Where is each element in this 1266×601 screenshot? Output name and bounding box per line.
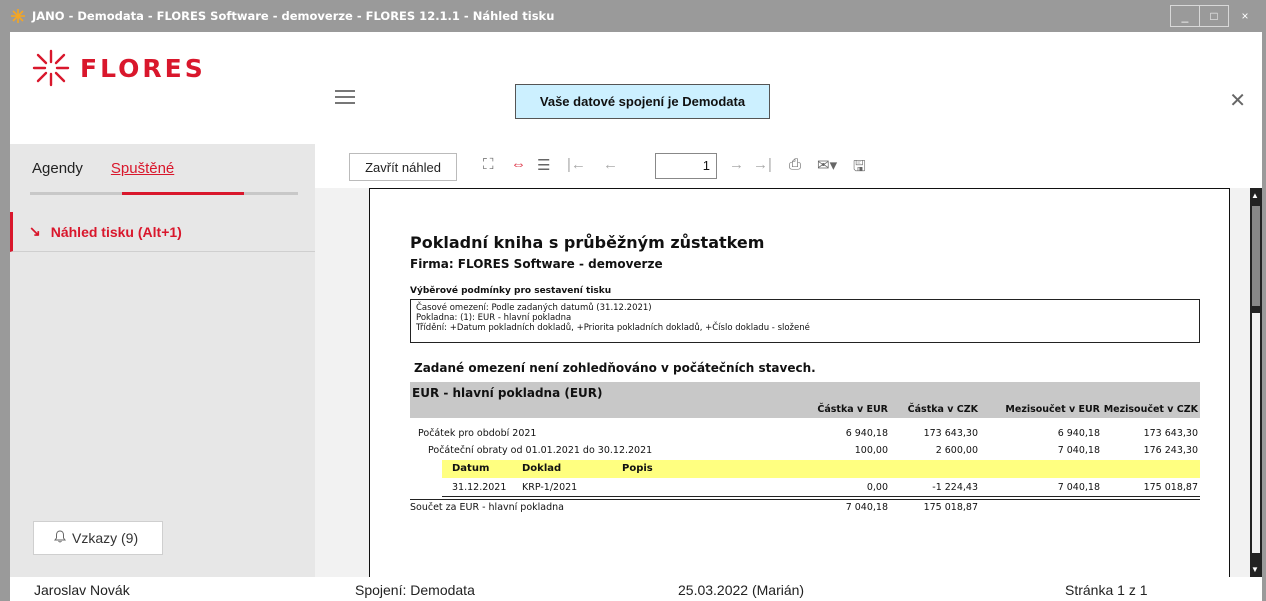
vertical-scrollbar[interactable]: ▲ ▼ xyxy=(1250,188,1262,577)
cell: 175 018,87 xyxy=(923,502,978,513)
row-divider xyxy=(442,496,1200,497)
sidebar-item-nahled-tisku[interactable]: ↘ Náhled tisku (Alt+1) xyxy=(10,212,315,252)
column-header: Mezisoučet v EUR xyxy=(1005,404,1100,415)
conditions-box: Časové omezení: Podle zadaných datumů (3… xyxy=(410,299,1200,343)
minimize-button[interactable]: _ xyxy=(1170,5,1200,27)
column-header: Částka v EUR xyxy=(817,404,888,415)
app-header: FLORES Vaše datové spojení je Demodata ✕ xyxy=(10,32,1262,144)
cell: -1 224,43 xyxy=(932,482,978,493)
total-row: Součet za EUR - hlavní pokladna 7 040,18… xyxy=(410,502,1200,515)
scroll-thumb[interactable] xyxy=(1252,206,1260,306)
column-header: Částka v CZK xyxy=(907,404,978,415)
cell: 100,00 xyxy=(854,445,888,456)
section-title: EUR - hlavní pokladna (EUR) xyxy=(412,386,603,400)
prev-page-icon[interactable]: ← xyxy=(603,156,618,173)
table-row: 31.12.2021 KRP-1/2021 0,00 -1 224,43 7 0… xyxy=(410,482,1200,495)
cell: 7 040,18 xyxy=(1057,482,1100,493)
status-bar: Jaroslav Novák Spojení: Demodata 25.03.2… xyxy=(10,577,1262,601)
section-header: EUR - hlavní pokladna (EUR) Částka v EUR… xyxy=(410,382,1200,418)
sidebar-item-label: Náhled tisku (Alt+1) xyxy=(50,223,182,240)
table-row: Počáteční obraty od 01.01.2021 do 30.12.… xyxy=(410,445,1200,458)
table-row: Počátek pro období 2021 6 940,18 173 643… xyxy=(410,428,1200,441)
messages-button[interactable]: Vzkazy (9) xyxy=(33,521,163,555)
bell-icon xyxy=(54,530,66,546)
report-title: Pokladní kniha s průběžným zůstatkem xyxy=(410,233,765,252)
condition-line: Časové omezení: Podle zadaných datumů (3… xyxy=(416,303,652,313)
fit-page-icon[interactable]: ⛶ xyxy=(483,156,494,173)
scroll-down-icon[interactable]: ▼ xyxy=(1251,565,1259,574)
tab-underline xyxy=(30,192,298,195)
last-page-icon[interactable]: →| xyxy=(753,156,772,173)
window-frame-left xyxy=(0,32,10,601)
cell: 6 940,18 xyxy=(1057,428,1100,439)
detail-header: Datum xyxy=(452,463,490,474)
cell: 0,00 xyxy=(866,482,888,493)
row-label: Počáteční obraty od 01.01.2021 do 30.12.… xyxy=(428,445,653,456)
report-warning: Zadané omezení není zohledňováno v počát… xyxy=(414,361,816,375)
detail-header: Doklad xyxy=(522,463,562,474)
next-page-icon[interactable]: → xyxy=(729,156,744,173)
close-preview-button[interactable]: Zavřít náhled xyxy=(349,153,457,181)
cell: 175 018,87 xyxy=(1143,482,1198,493)
column-header: Mezisoučet v CZK xyxy=(1103,404,1198,415)
arrow-icon: ↘ xyxy=(29,223,41,239)
detail-header: Popis xyxy=(622,463,653,474)
detail-doc: KRP-1/2021 xyxy=(522,482,578,493)
row-label: Počátek pro období 2021 xyxy=(418,428,537,439)
status-page: Stránka 1 z 1 xyxy=(1065,582,1148,598)
condition-line: Pokladna: (1): EUR - hlavní pokladna xyxy=(416,313,572,323)
window-close-button[interactable]: × xyxy=(1228,5,1262,27)
status-connection: Spojení: Demodata xyxy=(355,582,475,598)
window-titlebar: JANO - Demodata - FLORES Software - demo… xyxy=(0,0,1266,32)
cell: 7 040,18 xyxy=(1057,445,1100,456)
cell: 2 600,00 xyxy=(935,445,978,456)
maximize-button[interactable]: □ xyxy=(1199,5,1229,27)
messages-label: Vzkazy (9) xyxy=(72,530,139,546)
email-icon[interactable]: ✉▾ xyxy=(817,156,837,174)
flores-logo: FLORES xyxy=(32,49,206,87)
flores-app-icon xyxy=(11,9,25,23)
tab-agendy[interactable]: Agendy xyxy=(32,160,83,185)
status-date: 25.03.2022 (Marián) xyxy=(678,582,805,598)
window-title: JANO - Demodata - FLORES Software - demo… xyxy=(32,9,555,23)
connection-banner: Vaše datové spojení je Demodata xyxy=(515,84,770,119)
first-page-icon[interactable]: |← xyxy=(567,156,586,173)
print-preview-area: Pokladní kniha s průběžným zůstatkem Fir… xyxy=(315,188,1262,577)
preview-toolbar: Zavřít náhled ⛶ ⇔ ☰ |← ← 1 → →| ⎙ ✉▾ 🖫 xyxy=(315,144,1262,188)
cell: 7 040,18 xyxy=(845,502,888,513)
detail-header-row: Datum Doklad Popis xyxy=(442,460,1200,478)
print-icon[interactable]: ⎙ xyxy=(789,156,801,173)
flores-logo-icon xyxy=(32,49,70,87)
cell: 176 243,30 xyxy=(1143,445,1198,456)
tab-spustene[interactable]: Spuštěné xyxy=(111,160,174,185)
cell: 173 643,30 xyxy=(1143,428,1198,439)
sidebar: Agendy Spuštěné ↘ Náhled tisku (Alt+1) V… xyxy=(10,144,315,577)
detail-date: 31.12.2021 xyxy=(452,482,507,493)
page-view-icon[interactable]: ☰ xyxy=(537,156,550,174)
cell: 6 940,18 xyxy=(845,428,888,439)
window-frame-right xyxy=(1262,32,1266,601)
scroll-up-icon[interactable]: ▲ xyxy=(1251,191,1259,200)
status-user: Jaroslav Novák xyxy=(34,582,130,598)
report-page: Pokladní kniha s průběžným zůstatkem Fir… xyxy=(369,188,1230,577)
condition-line: Třídění: +Datum pokladních dokladů, +Pri… xyxy=(416,323,810,333)
page-number-input[interactable]: 1 xyxy=(655,153,717,179)
save-icon[interactable]: 🖫 xyxy=(853,156,866,181)
cell: 173 643,30 xyxy=(923,428,978,439)
close-icon[interactable]: ✕ xyxy=(1229,88,1246,113)
conditions-label: Výběrové podmínky pro sestavení tisku xyxy=(410,286,612,296)
total-label: Součet za EUR - hlavní pokladna xyxy=(410,502,564,513)
logo-text: FLORES xyxy=(80,53,206,83)
report-firm: Firma: FLORES Software - demoverze xyxy=(410,257,663,271)
menu-icon[interactable] xyxy=(335,90,355,104)
total-divider xyxy=(410,499,1200,500)
fit-width-icon[interactable]: ⇔ xyxy=(511,156,526,173)
